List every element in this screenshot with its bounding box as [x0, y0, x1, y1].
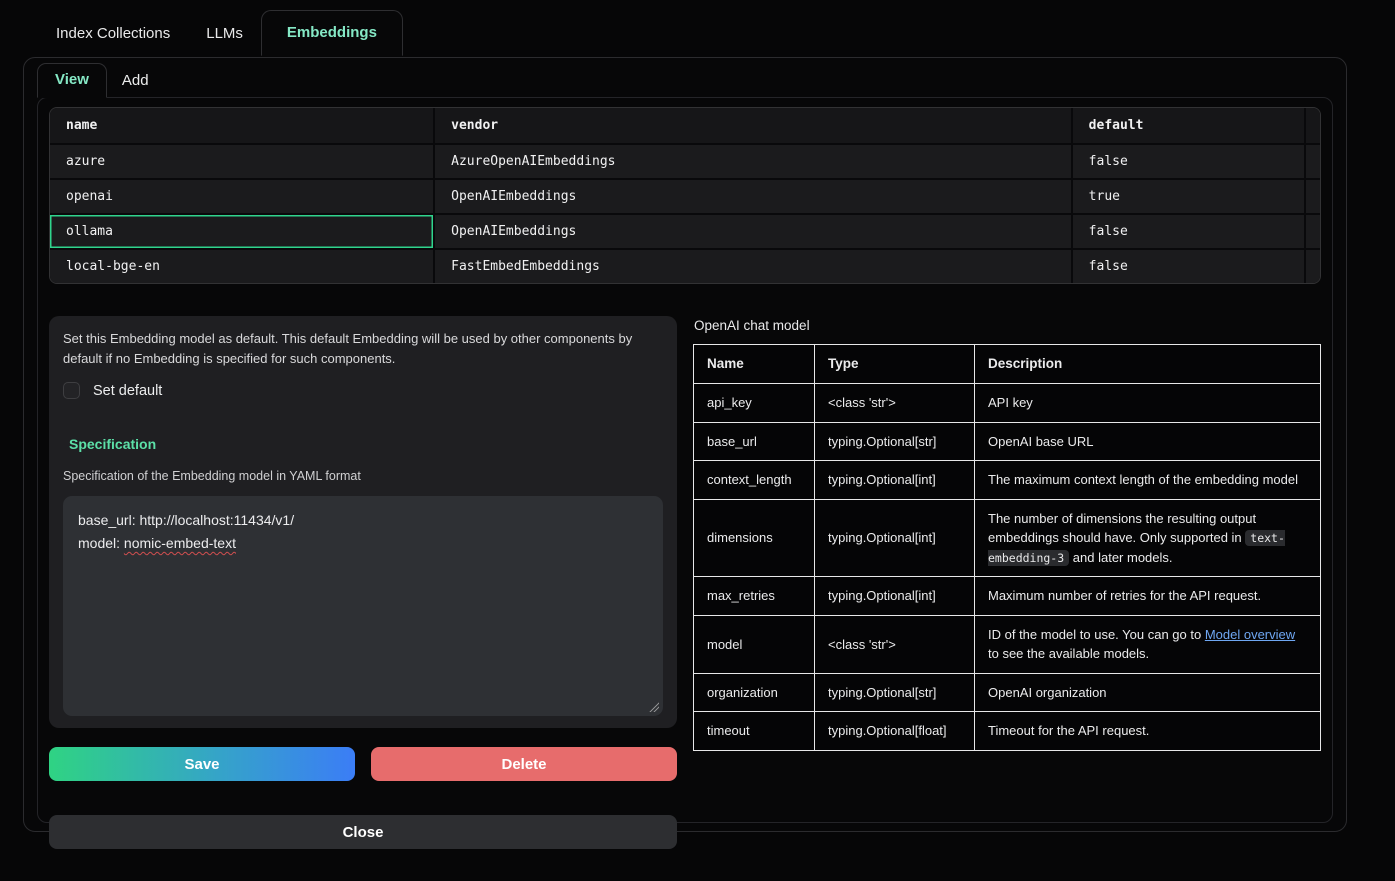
table-row[interactable]: azure AzureOpenAIEmbeddings false — [50, 145, 1320, 180]
specification-caption: Specification of the Embedding model in … — [63, 469, 663, 483]
save-button[interactable]: Save — [49, 747, 355, 781]
sub-tab-bar: View Add — [24, 63, 1346, 98]
param-type: typing.Optional[int] — [815, 499, 975, 577]
subtab-view[interactable]: View — [37, 63, 107, 98]
column-header-default[interactable]: default — [1073, 108, 1306, 145]
set-default-checkbox[interactable] — [63, 382, 80, 399]
table-header-row: name vendor default — [50, 108, 1320, 145]
param-name: dimensions — [694, 499, 815, 577]
param-row: dimensions typing.Optional[int] The numb… — [694, 499, 1321, 577]
model-overview-link[interactable]: Model overview — [1205, 627, 1295, 642]
params-header-description: Description — [975, 345, 1321, 384]
param-name: max_retries — [694, 577, 815, 616]
default-settings-card: Set this Embedding model as default. Thi… — [49, 316, 677, 728]
subtab-add[interactable]: Add — [107, 65, 164, 98]
param-type: typing.Optional[float] — [815, 712, 975, 751]
cell-vendor[interactable]: AzureOpenAIEmbeddings — [435, 145, 1073, 180]
view-panel: name vendor default azure AzureOpenAIEmb… — [37, 97, 1333, 823]
cell-default[interactable]: true — [1073, 180, 1306, 215]
param-desc: API key — [975, 384, 1321, 423]
param-type: typing.Optional[int] — [815, 461, 975, 500]
cell-name[interactable]: local-bge-en — [50, 250, 435, 283]
yaml-line: model: nomic-embed-text — [78, 532, 648, 555]
set-default-description: Set this Embedding model as default. Thi… — [63, 329, 663, 369]
embeddings-table: name vendor default azure AzureOpenAIEmb… — [49, 107, 1321, 284]
param-type: <class 'str'> — [815, 384, 975, 423]
tab-index-collections[interactable]: Index Collections — [38, 11, 188, 56]
specification-heading: Specification — [69, 436, 663, 452]
cell-name-selected[interactable]: ollama — [50, 215, 435, 250]
docs-column: OpenAI chat model Name Type Description … — [693, 316, 1321, 849]
param-name: context_length — [694, 461, 815, 500]
params-header-row: Name Type Description — [694, 345, 1321, 384]
param-row: api_key <class 'str'> API key — [694, 384, 1321, 423]
param-type: typing.Optional[str] — [815, 422, 975, 461]
cell-default[interactable]: false — [1073, 250, 1306, 283]
param-row: organization typing.Optional[str] OpenAI… — [694, 673, 1321, 712]
params-table-title: OpenAI chat model — [694, 318, 1321, 333]
cell-name[interactable]: openai — [50, 180, 435, 215]
cell-vendor[interactable]: OpenAIEmbeddings — [435, 180, 1073, 215]
param-name: timeout — [694, 712, 815, 751]
tab-llms[interactable]: LLMs — [188, 11, 261, 56]
param-type: typing.Optional[int] — [815, 577, 975, 616]
cell-vendor[interactable]: OpenAIEmbeddings — [435, 215, 1073, 250]
misspelled-word: nomic-embed-text — [124, 535, 236, 551]
yaml-spec-textarea[interactable]: base_url: http://localhost:11434/v1/ mod… — [63, 496, 663, 716]
cell-default[interactable]: false — [1073, 145, 1306, 180]
params-table: Name Type Description api_key <class 'st… — [693, 344, 1321, 751]
param-desc: ID of the model to use. You can go to Mo… — [975, 615, 1321, 673]
param-row: context_length typing.Optional[int] The … — [694, 461, 1321, 500]
param-desc: The number of dimensions the resulting o… — [975, 499, 1321, 577]
param-row: timeout typing.Optional[float] Timeout f… — [694, 712, 1321, 751]
params-header-name: Name — [694, 345, 815, 384]
param-name: api_key — [694, 384, 815, 423]
table-row[interactable]: local-bge-en FastEmbedEmbeddings false — [50, 250, 1320, 283]
param-row: base_url typing.Optional[str] OpenAI bas… — [694, 422, 1321, 461]
param-desc: Timeout for the API request. — [975, 712, 1321, 751]
cell-default[interactable]: false — [1073, 215, 1306, 250]
set-default-label[interactable]: Set default — [93, 383, 162, 399]
param-name: model — [694, 615, 815, 673]
main-tab-bar: Index Collections LLMs Embeddings — [0, 0, 1395, 56]
table-row-selected[interactable]: ollama OpenAIEmbeddings false — [50, 215, 1320, 250]
param-name: base_url — [694, 422, 815, 461]
param-row: max_retries typing.Optional[int] Maximum… — [694, 577, 1321, 616]
cell-name[interactable]: azure — [50, 145, 435, 180]
params-header-type: Type — [815, 345, 975, 384]
param-desc: OpenAI base URL — [975, 422, 1321, 461]
param-desc: OpenAI organization — [975, 673, 1321, 712]
param-type: <class 'str'> — [815, 615, 975, 673]
column-header-vendor[interactable]: vendor — [435, 108, 1073, 145]
table-row[interactable]: openai OpenAIEmbeddings true — [50, 180, 1320, 215]
embeddings-panel: View Add name vendor default — [23, 57, 1347, 832]
delete-button[interactable]: Delete — [371, 747, 677, 781]
param-desc: Maximum number of retries for the API re… — [975, 577, 1321, 616]
param-type: typing.Optional[str] — [815, 673, 975, 712]
resize-handle-icon[interactable] — [649, 702, 659, 712]
param-row: model <class 'str'> ID of the model to u… — [694, 615, 1321, 673]
close-button[interactable]: Close — [49, 815, 677, 849]
set-default-row: Set default — [63, 382, 663, 399]
tab-embeddings[interactable]: Embeddings — [261, 10, 403, 56]
column-header-gutter — [1306, 108, 1320, 145]
yaml-line: base_url: http://localhost:11434/v1/ — [78, 509, 648, 532]
cell-vendor[interactable]: FastEmbedEmbeddings — [435, 250, 1073, 283]
edit-column: Set this Embedding model as default. Thi… — [49, 316, 677, 849]
param-name: organization — [694, 673, 815, 712]
param-desc: The maximum context length of the embedd… — [975, 461, 1321, 500]
column-header-name[interactable]: name — [50, 108, 435, 145]
